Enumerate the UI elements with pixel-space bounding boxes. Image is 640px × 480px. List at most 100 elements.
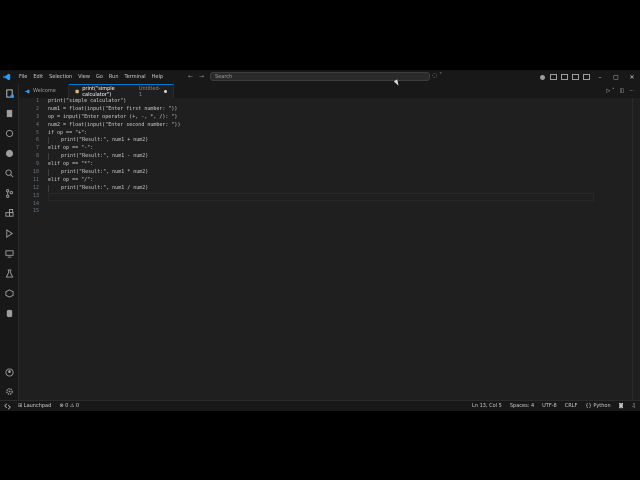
code-line[interactable] [48,208,180,216]
tab-subtitle: Untitled-1 [138,85,161,98]
run-file-icon[interactable]: ▷ ˅ [607,88,615,94]
line-number: 6 [35,137,39,144]
line-number: 9 [35,161,39,168]
menu-edit[interactable]: Edit [30,74,46,80]
github-icon[interactable] [4,148,15,159]
python-file-icon [75,89,79,94]
line-number: 3 [35,113,39,120]
maximize-icon[interactable]: ▢ [608,74,624,81]
code-text: num1 = float(input("Enter first number: … [48,105,178,112]
code-line[interactable]: print("Result:", num1 - num2) [48,153,180,161]
menu-terminal[interactable]: Terminal [122,74,149,80]
code-line[interactable]: print("Result:", num1 + num2) [48,137,180,145]
menu-run[interactable]: Run [106,74,122,80]
cursor-position[interactable]: Ln 13, Col 5 [472,403,502,409]
copilot-status-icon[interactable]: ◙ [619,403,624,409]
menu-view[interactable]: View [75,74,93,80]
search-placeholder: Search [215,74,233,80]
menu-go[interactable]: Go [93,74,106,80]
code-line[interactable]: elif op == "/": [48,177,180,185]
problems-item[interactable]: ⊗ 0 ⚠ 0 [59,403,79,409]
code-text: print("simple calculator") [48,98,127,104]
code-text: num2 = float(input("Enter second number:… [48,121,181,128]
explorer-icon[interactable] [4,88,15,99]
title-bar: File Edit Selection View Go Run Terminal… [0,70,640,84]
line-number: 4 [35,121,39,128]
line-number-gutter: 1 2 3 4 5 6 7 8 9 10 11 12 13 14 15 [19,98,39,216]
toggle-panel-icon[interactable] [561,74,568,80]
code-line[interactable]: num2 = float(input("Enter second number:… [48,122,180,130]
run-debug-icon[interactable] [4,228,15,239]
more-actions-icon[interactable]: ··· [629,88,634,94]
encoding[interactable]: UTF-8 [542,403,557,409]
settings-gear-icon[interactable] [4,386,15,397]
menu-help[interactable]: Help [149,74,166,80]
indent-guide [48,169,61,177]
forward-arrow-icon[interactable]: → [199,73,210,80]
extensions-github-icon[interactable] [4,128,15,139]
code-line[interactable]: if op == "+": [48,130,180,138]
containers-icon[interactable] [4,288,15,299]
code-lines[interactable]: print("simple calculator") num1 = float(i… [48,98,180,216]
code-text: print("Result:", num1 * num2) [61,169,149,176]
tab-label: print("simple calculator") [82,85,115,98]
minimize-icon[interactable]: – [592,74,608,81]
end-of-line[interactable]: CRLF [565,403,578,409]
line-number: 10 [32,169,39,176]
remote-explorer-icon[interactable] [4,248,15,259]
line-number: 13 [32,192,39,199]
indent-guide [48,153,61,161]
toggle-primary-sidebar-icon[interactable] [550,74,557,80]
source-control-icon[interactable] [4,188,15,199]
code-line[interactable] [48,201,180,209]
code-line[interactable]: elif op == "-": [48,145,180,153]
menu-file[interactable]: File [16,74,30,80]
code-line[interactable]: num1 = float(input("Enter first number: … [48,106,180,114]
code-text: elif op == "/": [48,176,94,183]
accounts-icon[interactable] [540,74,545,80]
remote-indicator-icon[interactable] [0,401,14,411]
indent-guide [48,137,61,145]
search-icon[interactable] [4,168,15,179]
indentation[interactable]: Spaces: 4 [510,403,534,409]
back-arrow-icon[interactable]: ← [188,73,199,80]
vertical-scrollbar[interactable] [632,98,640,400]
code-line[interactable]: print("Result:", num1 * num2) [48,169,180,177]
code-text: elif op == "*": [48,161,94,168]
vscode-tab-icon [25,89,30,93]
launchpad-item[interactable]: ⊞ Launchpad [18,403,51,409]
notifications-bell-icon[interactable]: ♫ [632,403,636,409]
line-number: 8 [35,153,39,160]
title-bar-controls: – ▢ ✕ [537,70,640,84]
status-bar: ⊞ Launchpad ⊗ 0 ⚠ 0 Ln 13, Col 5 Spaces:… [0,400,640,411]
line-number: 5 [35,129,39,136]
menu-bar: File Edit Selection View Go Run Terminal… [16,74,166,80]
tab-welcome[interactable]: Welcome [19,84,69,98]
language-mode[interactable]: {} Python [585,403,610,409]
code-line[interactable]: print("simple calculator") [48,98,180,106]
line-number: 1 [35,98,39,104]
python-icon[interactable] [4,308,15,319]
code-line[interactable]: elif op == "*": [48,161,180,169]
extensions-icon[interactable] [4,208,15,219]
code-line[interactable]: op = input("Enter operator (+, -, *, /):… [48,114,180,122]
copilot-chat-icon[interactable]: ◌ ˅ [432,72,442,79]
activity-bar [0,84,19,400]
notebook-icon[interactable] [4,108,15,119]
customize-layout-icon[interactable] [583,74,590,80]
line-number: 2 [35,105,39,112]
code-text: if op == "+": [48,129,88,136]
code-editor[interactable]: 1 2 3 4 5 6 7 8 9 10 11 12 13 14 15 print("simple calc… [19,98,640,400]
testing-icon[interactable] [4,268,15,279]
split-editor-icon[interactable]: ◫ [619,88,624,94]
code-line[interactable] [48,193,180,201]
line-number: 12 [32,184,39,191]
unsaved-dot-icon[interactable] [164,90,167,93]
status-right: Ln 13, Col 5 Spaces: 4 UTF-8 CRLF {} Pyt… [472,401,636,411]
menu-selection[interactable]: Selection [46,74,75,80]
toggle-secondary-sidebar-icon[interactable] [572,74,579,80]
code-line[interactable]: print("Result:", num1 / num2) [48,184,180,193]
account-icon[interactable] [4,367,15,378]
tab-untitled-1[interactable]: print("simple calculator") Untitled-1 [69,84,174,98]
close-icon[interactable]: ✕ [624,74,640,81]
